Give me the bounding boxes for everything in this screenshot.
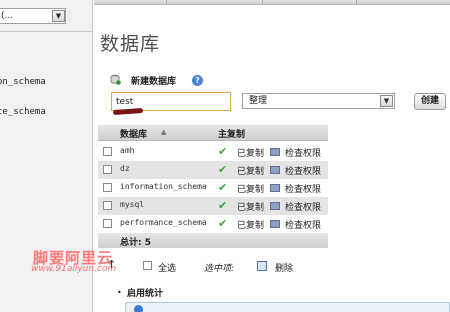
page-title: 数据库 (100, 33, 161, 55)
check-all-link[interactable]: 全选 (158, 261, 176, 274)
highlight-mark (112, 107, 144, 116)
check-all-checkbox[interactable] (143, 261, 152, 270)
privileges-icon[interactable] (270, 148, 280, 156)
check-privileges-link[interactable]: 检查权限 (285, 182, 321, 195)
phpmyadmin-screen: (... ▼ on_schema ce_schema 数据库 新建数据库 ? 整… (0, 0, 450, 312)
drop-icon[interactable] (257, 261, 267, 271)
help-icon[interactable]: ? (192, 75, 203, 86)
privileges-icon[interactable] (270, 220, 280, 228)
total-count: 总计: 5 (120, 238, 151, 248)
nav-divider (0, 31, 92, 32)
table-row: mysql ✔ 已复制 检查权限 (98, 197, 328, 215)
replication-status: 已复制 (237, 149, 265, 159)
row-checkbox[interactable] (103, 165, 112, 174)
check-privileges-link[interactable]: 检查权限 (285, 200, 321, 213)
database-name-link[interactable]: information_schema (120, 182, 207, 191)
table-row: amh ✔ 已复制 检查权限 (98, 143, 328, 161)
chevron-down-icon[interactable]: ▼ (52, 10, 65, 22)
privileges-icon[interactable] (270, 202, 280, 210)
column-header-database[interactable]: 数据库 (120, 127, 147, 140)
row-checkbox[interactable] (103, 201, 112, 210)
database-name-link[interactable]: amh (120, 146, 134, 155)
replication-status: 已复制 (237, 167, 265, 177)
top-tab-strip (94, 0, 450, 5)
check-icon: ✔ (218, 199, 228, 212)
watermark-url: www.91aliyun.com (31, 264, 117, 274)
check-privileges-link[interactable]: 检查权限 (285, 146, 321, 159)
sort-ascending-icon[interactable]: ▲ (161, 128, 166, 136)
check-icon: ✔ (218, 163, 228, 176)
check-icon: ✔ (218, 181, 228, 194)
nav-database-item[interactable]: ce_schema (0, 107, 46, 117)
drop-link[interactable]: 删除 (275, 261, 293, 274)
row-checkbox[interactable] (103, 147, 112, 156)
table-row: performance_schema ✔ 已复制 检查权限 (98, 215, 328, 233)
create-database-label: 新建数据库 (131, 77, 177, 87)
bullet-icon: • (117, 288, 122, 297)
chevron-down-icon[interactable]: ▼ (380, 95, 393, 107)
enable-statistics-link[interactable]: 启用统计 (127, 286, 163, 299)
privileges-icon[interactable] (270, 184, 280, 192)
database-name-link[interactable]: mysql (120, 200, 144, 209)
table-row: dz ✔ 已复制 检查权限 (98, 161, 328, 179)
check-privileges-link[interactable]: 检查权限 (285, 164, 321, 177)
create-button[interactable]: 创建 (414, 93, 446, 110)
check-icon: ✔ (218, 217, 228, 230)
nav-database-item[interactable]: on_schema (0, 77, 46, 87)
privileges-icon[interactable] (270, 166, 280, 174)
new-database-icon (110, 74, 121, 85)
replication-status: 已复制 (237, 203, 265, 213)
replication-status: 已复制 (237, 221, 265, 231)
info-icon (134, 305, 143, 312)
column-header-replication: 主复制 (218, 130, 246, 140)
check-icon: ✔ (218, 145, 228, 158)
with-selected-label: 选中项: (204, 264, 235, 274)
row-checkbox[interactable] (103, 219, 112, 228)
row-checkbox[interactable] (103, 183, 112, 192)
collation-select[interactable]: 整理 (242, 93, 395, 109)
check-privileges-link[interactable]: 检查权限 (285, 218, 321, 231)
notice-box (125, 302, 450, 312)
database-name-link[interactable]: performance_schema (120, 218, 207, 227)
arrow-up-icon: ↑ (107, 258, 117, 271)
table-row: information_schema ✔ 已复制 检查权限 (98, 179, 328, 197)
database-name-link[interactable]: dz (120, 164, 130, 173)
replication-status: 已复制 (237, 185, 265, 195)
